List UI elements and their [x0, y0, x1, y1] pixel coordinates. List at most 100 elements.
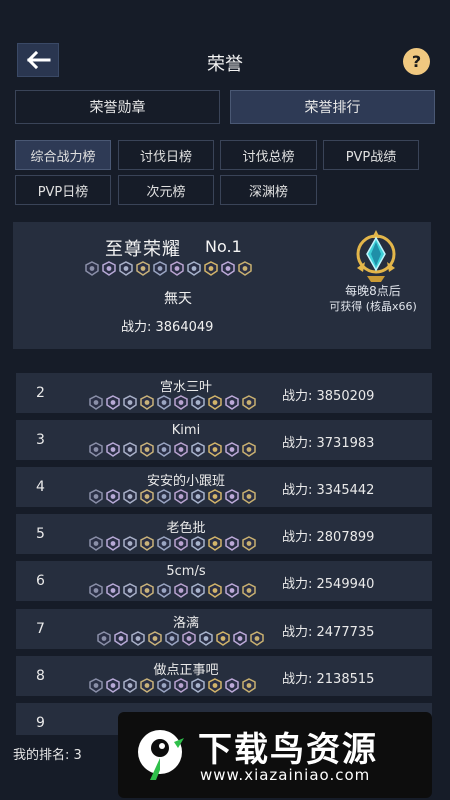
medal-badge-icon [221, 261, 235, 276]
watermark-url: www.xiazainiao.com [200, 766, 371, 784]
medal-badge-icon [153, 261, 167, 276]
medal-badge-icon [123, 678, 137, 693]
medal-badge-icon [191, 489, 205, 504]
medal-badge-icon [136, 261, 150, 276]
medal-badge-icon [242, 536, 256, 551]
medal-badge-icon [89, 583, 103, 598]
crystal-icon [356, 230, 396, 282]
medal-badge-icon [208, 442, 222, 457]
medal-row [88, 678, 257, 693]
medal-badge-icon [191, 678, 205, 693]
medal-badge-icon [106, 489, 120, 504]
my-rank-label: 我的排名: 3 [13, 748, 82, 763]
tab-raid-daily[interactable]: 讨伐日榜 [118, 140, 214, 170]
watermark-overlay: 下载鸟资源 www.xiazainiao.com [118, 712, 432, 798]
medal-badge-icon [233, 631, 247, 646]
tab-pvp-record[interactable]: PVP战绩 [323, 140, 419, 170]
medal-badge-icon [140, 395, 154, 410]
bird-logo-icon [138, 730, 184, 780]
page-title: 荣誉 [207, 54, 243, 75]
row-rank: 5 [36, 526, 45, 542]
medal-badge-icon [174, 395, 188, 410]
medal-badge-icon [157, 536, 171, 551]
row-rank: 4 [36, 479, 45, 495]
medal-badge-icon [131, 631, 145, 646]
medal-badge-icon [97, 631, 111, 646]
medal-row [88, 442, 257, 457]
row-power: 战力: 2549940 [282, 577, 375, 592]
medal-row [84, 261, 253, 276]
medal-badge-icon [208, 395, 222, 410]
tab-pvp-daily[interactable]: PVP日榜 [15, 175, 111, 205]
medal-badge-icon [187, 261, 201, 276]
medal-badge-icon [242, 583, 256, 598]
tab-raid-total[interactable]: 讨伐总榜 [220, 140, 317, 170]
medal-badge-icon [85, 261, 99, 276]
medal-badge-icon [157, 395, 171, 410]
table-row[interactable]: 4 安安的小跟班 战力: 3345442 [16, 467, 432, 507]
row-rank: 9 [36, 715, 45, 731]
table-row[interactable]: 3 Kimi 战力: 3731983 [16, 420, 432, 460]
help-button[interactable]: ? [403, 48, 430, 75]
medal-badge-icon [191, 536, 205, 551]
tab-abyss[interactable]: 深渊榜 [220, 175, 317, 205]
medal-badge-icon [174, 489, 188, 504]
medal-badge-icon [114, 631, 128, 646]
medal-row [88, 583, 257, 598]
medal-badge-icon [123, 489, 137, 504]
row-name: Kimi [171, 423, 201, 438]
table-row[interactable]: 6 5cm/s 战力: 2549940 [16, 561, 432, 601]
table-row[interactable]: 8 做点正事吧 战力: 2138515 [16, 656, 432, 696]
medal-badge-icon [242, 489, 256, 504]
medal-badge-icon [140, 678, 154, 693]
medal-badge-icon [119, 261, 133, 276]
tab-honor-medals[interactable]: 荣誉勋章 [15, 90, 220, 124]
top-player-card[interactable]: 至尊荣耀 No.1 無天 战力: 3864049 每晚8点后 可获得 (核晶x6… [13, 222, 431, 349]
medal-row [88, 489, 257, 504]
medal-badge-icon [89, 536, 103, 551]
medal-badge-icon [208, 678, 222, 693]
table-row[interactable]: 5 老色批 战力: 2807899 [16, 514, 432, 554]
table-row[interactable]: 2 宫水三叶 战力: 3850209 [16, 373, 432, 413]
medal-badge-icon [208, 536, 222, 551]
medal-badge-icon [242, 395, 256, 410]
medal-badge-icon [225, 442, 239, 457]
medal-badge-icon [123, 442, 137, 457]
medal-badge-icon [182, 631, 196, 646]
medal-badge-icon [225, 583, 239, 598]
medal-badge-icon [106, 442, 120, 457]
row-rank: 2 [36, 385, 45, 401]
medal-row [96, 631, 265, 646]
tab-overall-power[interactable]: 综合战力榜 [15, 140, 111, 170]
row-rank: 6 [36, 573, 45, 589]
medal-badge-icon [157, 442, 171, 457]
row-power: 战力: 3345442 [282, 483, 375, 498]
rank-number: No.1 [205, 237, 242, 256]
tab-dimension[interactable]: 次元榜 [118, 175, 214, 205]
table-row[interactable]: 7 洛漓 战力: 2477735 [16, 609, 432, 649]
tab-honor-ranking[interactable]: 荣誉排行 [230, 90, 435, 124]
medal-badge-icon [174, 442, 188, 457]
medal-badge-icon [225, 536, 239, 551]
medal-badge-icon [216, 631, 230, 646]
medal-badge-icon [165, 631, 179, 646]
row-name: 安安的小跟班 [146, 474, 225, 489]
medal-badge-icon [102, 261, 116, 276]
medal-badge-icon [174, 678, 188, 693]
medal-badge-icon [140, 442, 154, 457]
medal-badge-icon [89, 442, 103, 457]
medal-badge-icon [106, 678, 120, 693]
medal-badge-icon [140, 536, 154, 551]
medal-badge-icon [157, 583, 171, 598]
medal-badge-icon [204, 261, 218, 276]
medal-badge-icon [191, 395, 205, 410]
header-bar: 荣誉 ? [0, 0, 450, 90]
medal-badge-icon [174, 583, 188, 598]
row-rank: 8 [36, 668, 45, 684]
medal-row [88, 395, 257, 410]
row-name: 洛漓 [172, 616, 199, 631]
medal-badge-icon [89, 395, 103, 410]
medal-badge-icon [170, 261, 184, 276]
medal-badge-icon [140, 489, 154, 504]
row-power: 战力: 3850209 [282, 389, 375, 404]
